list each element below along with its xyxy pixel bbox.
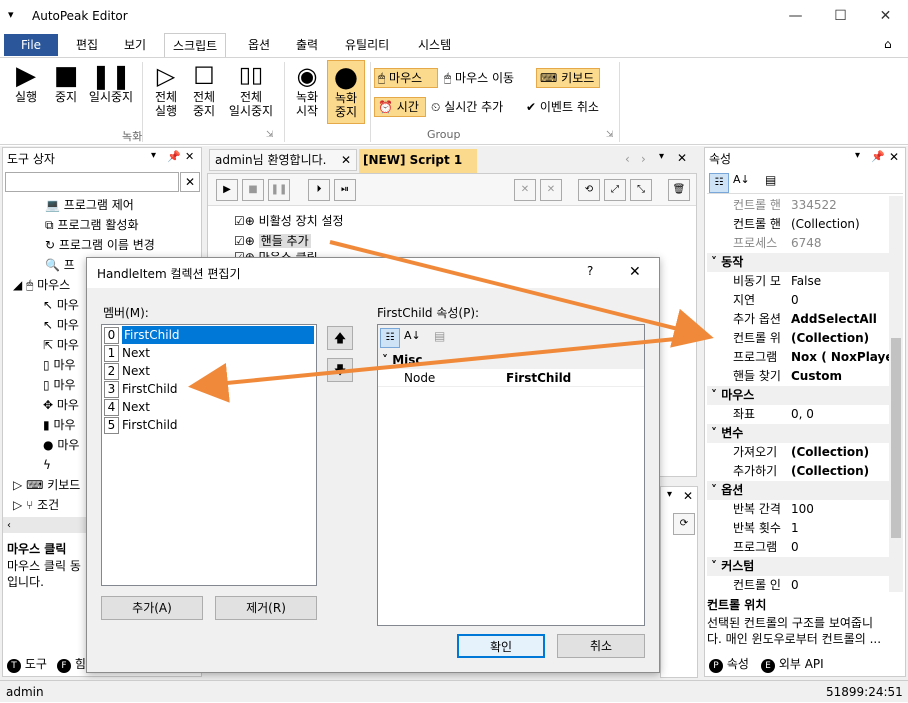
status-user: admin xyxy=(6,685,44,699)
annotation-arrows xyxy=(188,240,714,403)
status-bar: admin 51899:24:51 xyxy=(0,680,908,702)
arrow-to-property xyxy=(329,240,714,348)
arrow-to-member xyxy=(188,334,707,403)
status-time: 51899:24:51 xyxy=(826,685,903,699)
